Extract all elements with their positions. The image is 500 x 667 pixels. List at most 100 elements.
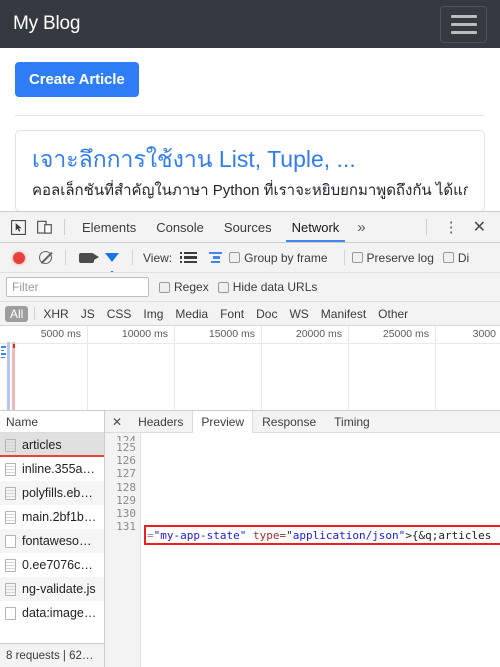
- network-split: Name articles inline.355a… polyfills.eb…: [0, 411, 500, 667]
- detail-tab-response[interactable]: Response: [253, 411, 325, 432]
- disable-cache-checkbox[interactable]: [442, 252, 454, 263]
- type-filter-ws[interactable]: WS: [283, 307, 314, 321]
- page-body: Create Article เจาะลึกการใช้งาน List, Tu…: [0, 48, 500, 212]
- request-column-header-name[interactable]: Name: [0, 411, 104, 433]
- timeline-request-bars: [1, 346, 6, 360]
- type-filter-doc[interactable]: Doc: [250, 307, 283, 321]
- document-icon: [5, 486, 16, 500]
- article-title[interactable]: เจาะลึกการใช้งาน List, Tuple, ...: [32, 145, 468, 174]
- request-row-chunk[interactable]: 0.ee7076c…: [0, 553, 104, 577]
- create-article-button[interactable]: Create Article: [15, 62, 139, 97]
- article-card[interactable]: เจาะลึกการใช้งาน List, Tuple, ... คอลเล็…: [15, 130, 485, 212]
- detail-tab-timing[interactable]: Timing: [325, 411, 379, 432]
- timeline-ruler: [0, 343, 500, 344]
- timeline-tick-label: 25000 ms: [382, 328, 429, 340]
- tab-overflow-icon[interactable]: »: [349, 219, 373, 236]
- request-name: fontaweso…: [22, 534, 92, 548]
- type-filter-font[interactable]: Font: [214, 307, 250, 321]
- preserve-log-checkbox[interactable]: [351, 252, 363, 263]
- funnel-icon[interactable]: [99, 246, 125, 272]
- inspect-cursor-icon[interactable]: [5, 215, 31, 239]
- devtools-menu-icon[interactable]: ⋮: [434, 220, 469, 235]
- detail-tab-headers[interactable]: Headers: [129, 411, 192, 432]
- device-toolbar-icon[interactable]: [31, 215, 57, 239]
- timeline-tick-label: 3000: [472, 328, 496, 340]
- request-row-fontawesome[interactable]: fontaweso…: [0, 529, 104, 553]
- request-list-pane: Name articles inline.355a… polyfills.eb…: [0, 411, 105, 667]
- hamburger-icon[interactable]: [440, 5, 487, 43]
- type-filter-media[interactable]: Media: [169, 307, 214, 321]
- type-filter-all[interactable]: All: [5, 305, 29, 322]
- type-filter-other[interactable]: Other: [372, 307, 414, 321]
- request-name: main.2bf1b…: [22, 510, 97, 524]
- hamburger-bar: [450, 22, 477, 26]
- code-token: "my-app-state": [153, 529, 247, 542]
- disable-cache-label: Di: [457, 250, 470, 265]
- timeline-gridline: [348, 326, 349, 410]
- type-filter-manifest[interactable]: Manifest: [315, 307, 372, 321]
- line-number: 129: [116, 493, 136, 507]
- request-row-ng-validate[interactable]: ng-validate.js: [0, 577, 104, 601]
- request-row-main[interactable]: main.2bf1b…: [0, 505, 104, 529]
- clear-icon[interactable]: [32, 246, 58, 270]
- list-view-icon[interactable]: [177, 246, 203, 270]
- hamburger-bar: [450, 30, 477, 34]
- timeline-gridline: [261, 326, 262, 410]
- line-number: 126: [116, 454, 136, 468]
- record-icon[interactable]: [6, 246, 32, 270]
- line-number: 125: [116, 441, 136, 454]
- divider: [15, 115, 485, 116]
- detail-tabbar: ✕ Headers Preview Response Timing: [105, 411, 500, 433]
- site-brand[interactable]: My Blog: [13, 13, 80, 35]
- highlighted-code-line: ="my-app-state" type="application/json">…: [147, 529, 491, 542]
- network-control-bar: View: Group by frame Preserve log Di: [0, 243, 500, 273]
- code-token: =: [147, 529, 154, 542]
- waterfall-view-icon[interactable]: [203, 246, 229, 270]
- type-filter-xhr[interactable]: XHR: [37, 307, 74, 321]
- resource-type-filters: All XHR JS CSS Img Media Font Doc WS Man…: [0, 302, 500, 326]
- request-name: 0.ee7076c…: [22, 558, 93, 572]
- request-row-inline[interactable]: inline.355a…: [0, 457, 104, 481]
- view-label: View:: [143, 250, 173, 265]
- request-row-articles[interactable]: articles: [0, 433, 104, 457]
- line-number: 130: [116, 506, 136, 520]
- request-row-polyfills[interactable]: polyfills.eb…: [0, 481, 104, 505]
- timeline-tick-label: 10000 ms: [121, 328, 168, 340]
- network-timeline[interactable]: 5000 ms 10000 ms 15000 ms 20000 ms 25000…: [0, 326, 500, 411]
- filter-input[interactable]: Filter: [6, 277, 149, 297]
- timeline-load-marker: [12, 342, 15, 410]
- separator: [65, 250, 66, 265]
- camera-icon[interactable]: [73, 246, 99, 270]
- type-filter-js[interactable]: JS: [75, 307, 101, 321]
- request-detail-pane: ✕ Headers Preview Response Timing 124 12…: [105, 411, 500, 667]
- blank-document-icon: [5, 606, 16, 620]
- document-icon: [5, 558, 16, 572]
- timeline-tick-label: 15000 ms: [208, 328, 255, 340]
- type-filter-img[interactable]: Img: [137, 307, 169, 321]
- devtools-tabbar: Elements Console Sources Network » ⋮ ✕: [0, 212, 500, 243]
- timeline-dom-marker: [7, 342, 10, 410]
- preview-code-area[interactable]: 124 125 126 127 128 129 130 131 ="my-app…: [105, 433, 500, 667]
- group-by-frame-checkbox[interactable]: [229, 252, 241, 263]
- regex-checkbox[interactable]: [159, 281, 170, 293]
- detail-close-icon[interactable]: ✕: [105, 411, 129, 432]
- request-name: ng-validate.js: [22, 582, 96, 596]
- close-icon[interactable]: ✕: [469, 217, 492, 237]
- request-name: inline.355a…: [22, 462, 95, 476]
- code-token: type=: [246, 529, 287, 542]
- tab-elements[interactable]: Elements: [72, 212, 146, 242]
- request-row-data-image[interactable]: data:image…: [0, 601, 104, 625]
- tab-sources[interactable]: Sources: [214, 212, 282, 242]
- document-icon: [5, 462, 16, 476]
- tab-network[interactable]: Network: [282, 212, 350, 242]
- hide-data-urls-checkbox[interactable]: [217, 281, 229, 293]
- timeline-gridline: [435, 326, 436, 410]
- timeline-gridline: [174, 326, 175, 410]
- line-number: 131: [116, 520, 136, 534]
- devtools-tabbar-right: ⋮ ✕: [419, 217, 500, 237]
- separator: [132, 250, 133, 265]
- detail-tab-preview[interactable]: Preview: [192, 411, 254, 433]
- tab-console[interactable]: Console: [146, 212, 214, 242]
- type-filter-css[interactable]: CSS: [101, 307, 138, 321]
- code-token: "application/json": [286, 529, 406, 542]
